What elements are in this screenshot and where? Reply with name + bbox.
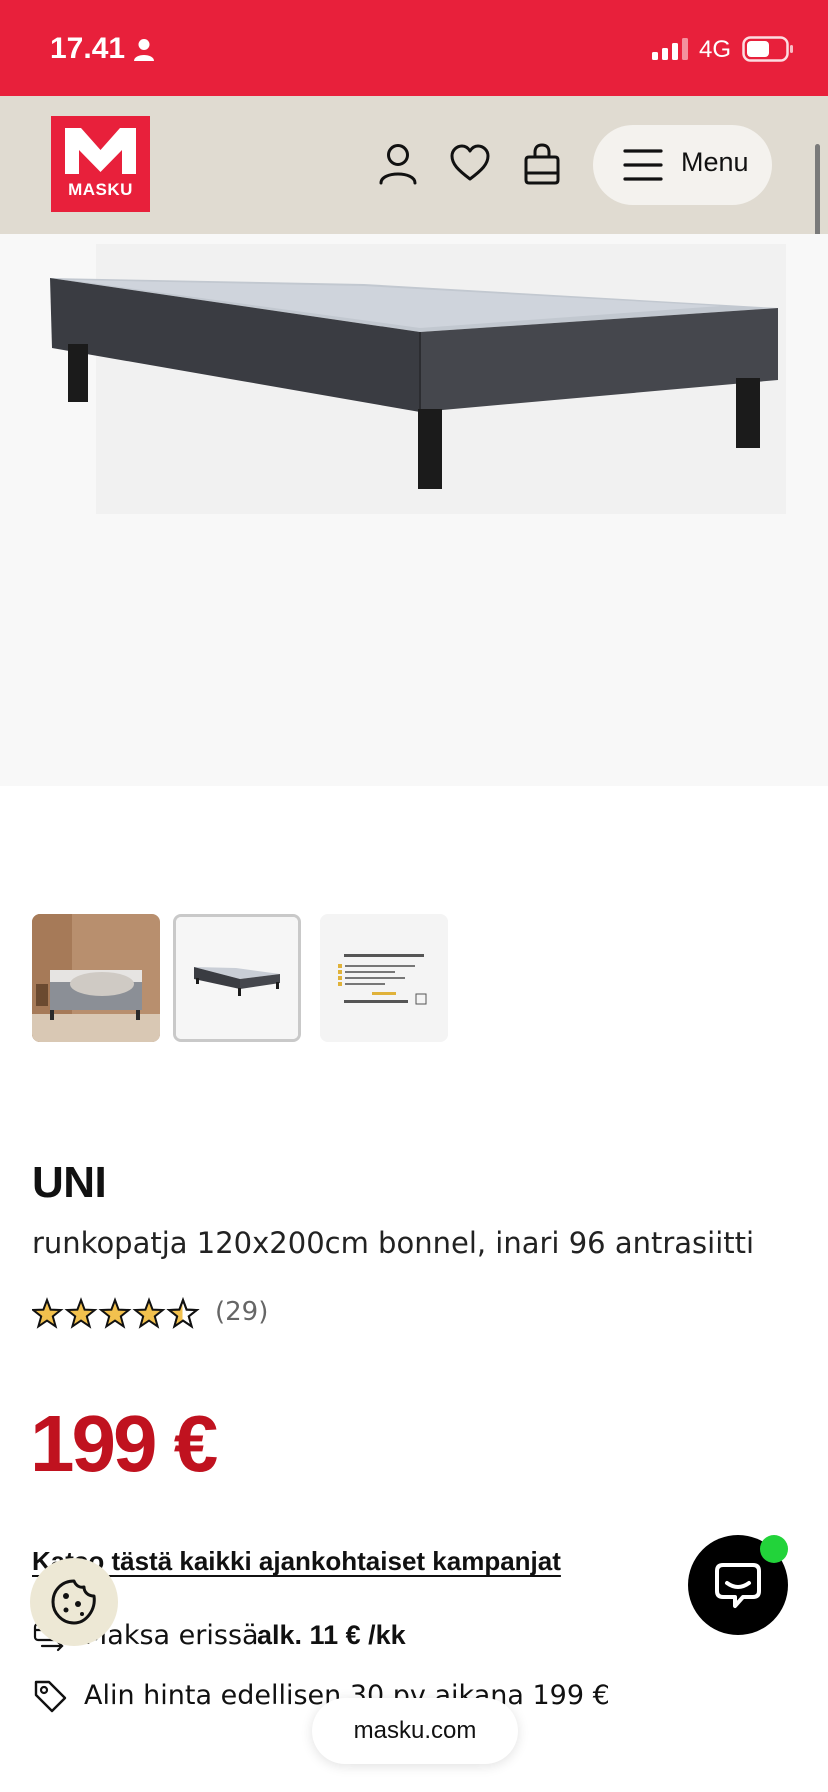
product-image[interactable] (0, 234, 828, 786)
battery-icon (742, 36, 793, 62)
thumbnail-product[interactable] (173, 914, 301, 1042)
cookie-settings-button[interactable] (30, 1558, 118, 1646)
online-status-dot (760, 1535, 788, 1563)
cookie-icon (51, 1579, 96, 1625)
signal-icon (652, 38, 688, 60)
status-time: 17.41 (50, 32, 126, 65)
browser-url-bar[interactable]: masku.com (312, 1698, 518, 1764)
product-brand: UNI (32, 1158, 107, 1207)
menu-button[interactable]: Menu (593, 125, 772, 205)
rating-stars[interactable] (32, 1296, 202, 1330)
thumbnail-room[interactable] (32, 914, 160, 1042)
chat-icon (715, 1563, 761, 1608)
campaigns-link[interactable]: Katso tästä kaikki ajankohtaiset kampanj… (32, 1546, 561, 1577)
bed-thumbnail-image (176, 917, 298, 1039)
price-tag-icon (34, 1680, 67, 1713)
person-icon[interactable] (378, 143, 418, 185)
review-count[interactable]: (29) (215, 1297, 268, 1327)
bed-base-image (0, 234, 828, 786)
product-price: 199 € (30, 1399, 218, 1488)
info-graphic-image (320, 914, 448, 1042)
heart-icon[interactable] (450, 143, 490, 185)
status-bar: 17.41 4G (0, 0, 828, 96)
thumbnail-info[interactable] (320, 914, 448, 1042)
masku-logo[interactable]: MASKU (51, 116, 150, 212)
star-icon (32, 1299, 62, 1328)
person-status-icon (134, 39, 154, 61)
thumbnail-strip (32, 914, 452, 1044)
room-photo-image (32, 914, 160, 1042)
bag-icon[interactable] (522, 143, 562, 185)
network-label: 4G (699, 36, 732, 63)
star-icon (66, 1299, 96, 1328)
star-icon (100, 1299, 130, 1328)
product-subtitle: runkopatja 120x200cm bonnel, inari 96 an… (32, 1226, 755, 1260)
installment-value: alk. 11 € /kk (257, 1620, 406, 1650)
hamburger-icon (623, 149, 663, 181)
star-icon (134, 1299, 164, 1328)
logo-text: MASKU (68, 180, 133, 199)
site-header: MASKU Menu (0, 96, 828, 234)
menu-label: Menu (681, 147, 749, 177)
star-half-icon (168, 1299, 198, 1328)
logo-m-icon (65, 128, 136, 174)
